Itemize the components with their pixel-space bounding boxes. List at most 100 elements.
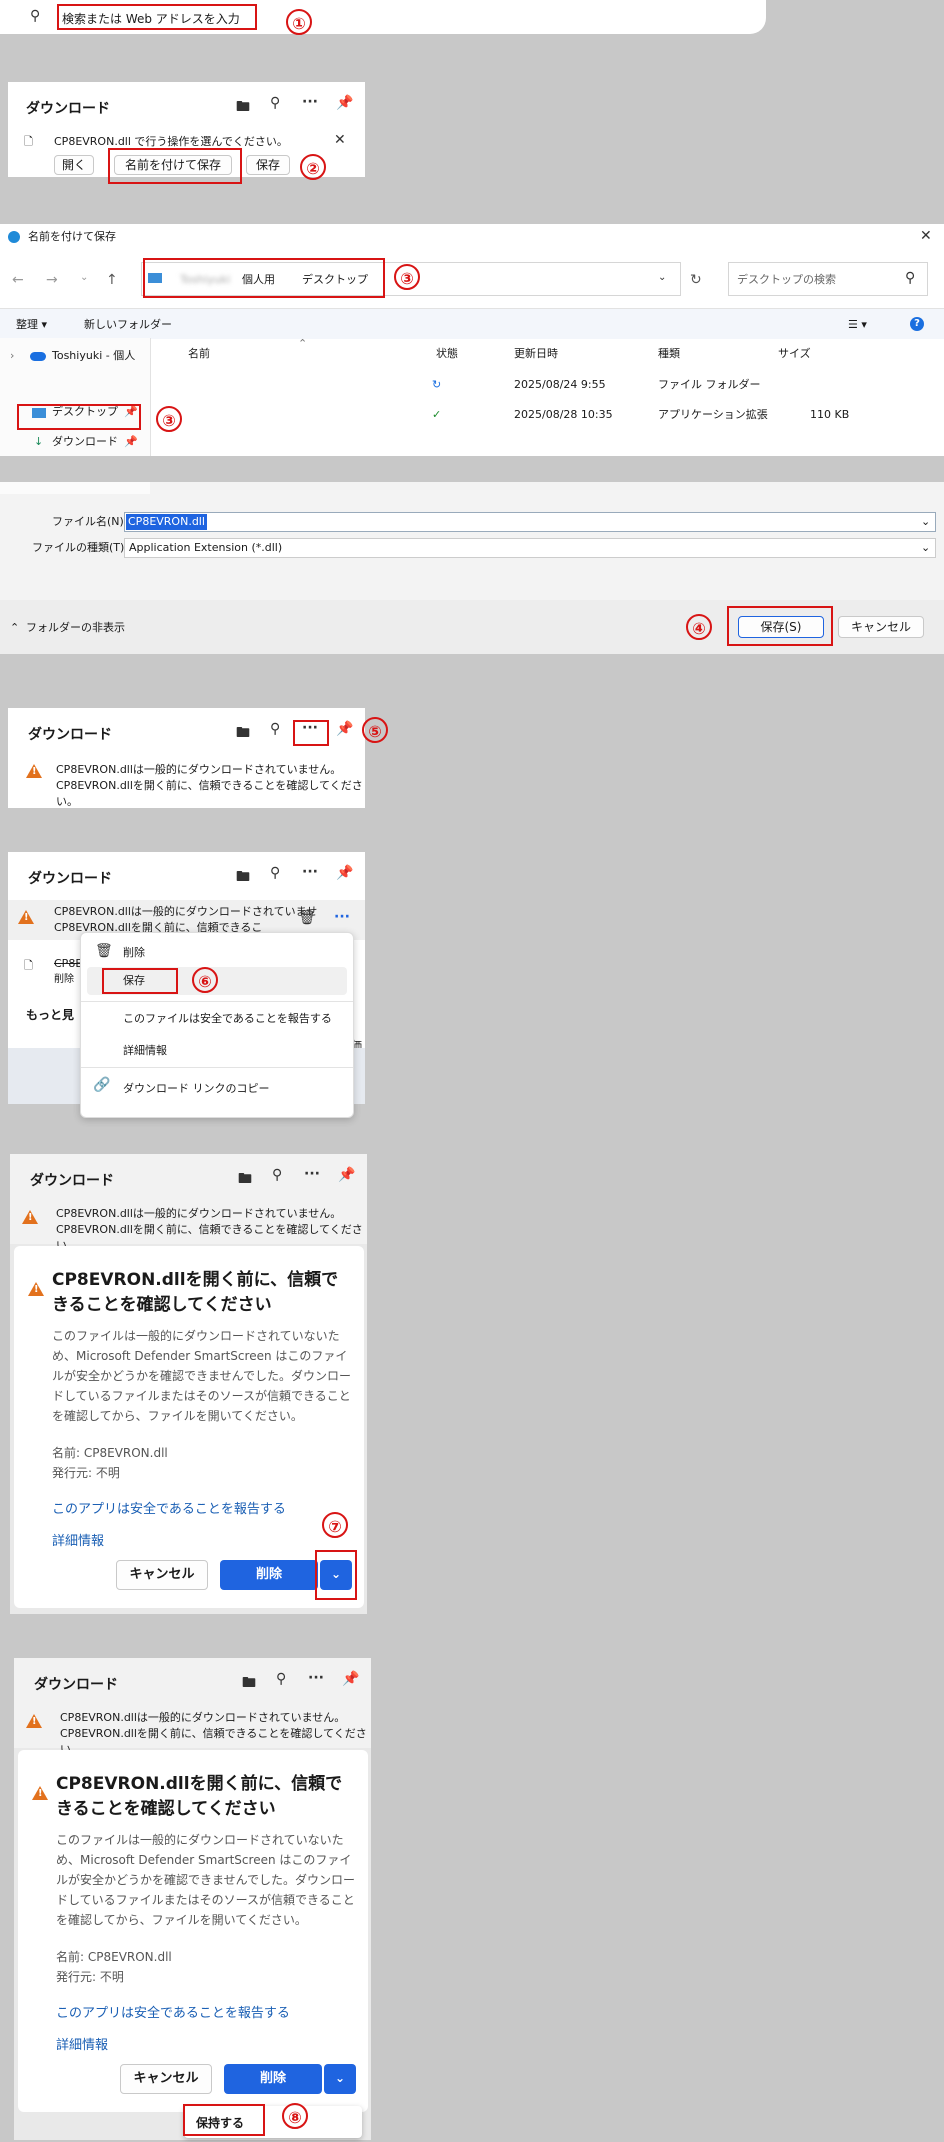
filename-value: CP8EVRON.dll: [126, 514, 207, 530]
warning-icon: [18, 910, 34, 924]
chevron-down-icon[interactable]: ⌄: [921, 514, 930, 530]
folder-icon[interactable]: 🖿: [236, 96, 250, 120]
more-icon[interactable]: ···: [304, 1166, 320, 1182]
search-icon[interactable]: ⚲: [270, 95, 280, 111]
warning-icon: [32, 1786, 48, 1800]
delete-button[interactable]: 削除: [224, 2064, 322, 2094]
up-icon[interactable]: ↑: [106, 272, 118, 288]
column-size[interactable]: サイズ: [778, 346, 811, 362]
more-icon[interactable]: ···: [302, 864, 318, 880]
expand-button[interactable]: ⌄: [324, 2064, 356, 2094]
warning-line-2: CP8EVRON.dllを開く前に、信頼できることを確認してください。: [56, 779, 363, 808]
details-link[interactable]: 詳細情報: [52, 1530, 104, 1549]
menu-divider: [81, 1067, 353, 1068]
cancel-button[interactable]: キャンセル: [120, 2064, 212, 2094]
step-7-label: ⑦: [322, 1512, 348, 1538]
warning-icon: [26, 1714, 42, 1728]
more-icon[interactable]: ···: [334, 909, 350, 925]
view-icon[interactable]: ☰ ▾: [848, 317, 867, 333]
annotation-box-5: [293, 720, 329, 746]
delete-button[interactable]: 削除: [220, 1560, 318, 1590]
warning-icon: [26, 764, 42, 778]
confirm-dialog: CP8EVRON.dllを開く前に、信頼できることを確認してください このファイ…: [18, 1750, 368, 2112]
cancel-button[interactable]: キャンセル: [838, 616, 924, 638]
annotation-box-3a: [143, 258, 385, 298]
chevron-down-icon[interactable]: ⌄: [658, 272, 666, 283]
table-row[interactable]: ↻ 2025/08/24 9:55 ファイル フォルダー: [150, 372, 944, 398]
tree-onedrive[interactable]: Toshiyuki - 個人: [52, 348, 135, 364]
refresh-icon[interactable]: ↻: [690, 272, 702, 288]
hide-folders-toggle[interactable]: フォルダーの非表示: [26, 620, 125, 636]
chevron-up-icon[interactable]: ⌃: [10, 620, 19, 636]
warning-icon: [28, 1282, 44, 1296]
table-row[interactable]: ✓ 2025/08/28 10:35 アプリケーション拡張 110 KB: [150, 402, 944, 428]
trash-icon[interactable]: 🗑: [298, 910, 316, 926]
close-icon[interactable]: ✕: [920, 228, 932, 244]
back-icon[interactable]: ←: [12, 272, 24, 288]
search-icon[interactable]: ⚲: [270, 721, 280, 737]
annotation-box-6: [102, 968, 178, 994]
more-link[interactable]: もっと見: [26, 1006, 74, 1023]
warning-icon: [22, 1210, 38, 1224]
menu-delete[interactable]: 削除: [123, 945, 145, 961]
menu-report[interactable]: このファイルは安全であることを報告する: [123, 1011, 332, 1027]
pin-icon[interactable]: 📌: [124, 434, 138, 450]
save-as-dialog: 名前を付けて保存 ✕ ← → ⌄ ↑ Toshiyuki 個人用 デスクトップ …: [0, 224, 944, 456]
column-type[interactable]: 種類: [658, 346, 680, 362]
menu-details[interactable]: 詳細情報: [123, 1043, 167, 1059]
search-icon[interactable]: ⚲: [270, 865, 280, 881]
menu-copy-link[interactable]: ダウンロード リンクのコピー: [123, 1081, 270, 1097]
filetype-value: Application Extension (*.dll): [129, 541, 283, 554]
organize-button[interactable]: 整理 ▾: [16, 317, 47, 333]
folder-icon[interactable]: 🖿: [238, 1168, 252, 1192]
report-link[interactable]: このアプリは安全であることを報告する: [52, 1498, 286, 1517]
annotation-box-7: [315, 1550, 357, 1600]
more-icon[interactable]: ···: [302, 94, 318, 110]
folder-icon[interactable]: 🖿: [236, 722, 250, 746]
forward-icon[interactable]: →: [46, 272, 58, 288]
help-icon[interactable]: ?: [910, 317, 924, 331]
tree-downloads[interactable]: ダウンロード: [52, 434, 118, 450]
step-3a-label: ③: [394, 264, 420, 290]
chevron-right-icon[interactable]: ›: [10, 348, 14, 364]
folder-icon[interactable]: 🖿: [236, 866, 250, 890]
more-icon[interactable]: ···: [308, 1670, 324, 1686]
dialog-title: 名前を付けて保存: [28, 230, 116, 243]
row-size: 110 KB: [810, 408, 850, 421]
file-icon: 🗋: [24, 959, 33, 972]
search-icon[interactable]: ⚲: [272, 1167, 282, 1183]
sync-icon: ↻: [432, 378, 442, 391]
pin-icon[interactable]: 📌: [342, 1671, 359, 1687]
details-link[interactable]: 詳細情報: [56, 2034, 108, 2053]
report-link[interactable]: このアプリは安全であることを報告する: [56, 2002, 290, 2021]
folder-icon[interactable]: 🖿: [242, 1672, 256, 1696]
pin-icon[interactable]: 📌: [336, 865, 353, 881]
search-icon[interactable]: ⚲: [276, 1671, 286, 1687]
column-modified[interactable]: 更新日時: [514, 346, 558, 362]
chevron-down-icon[interactable]: ⌄: [921, 540, 930, 556]
pin-icon[interactable]: 📌: [336, 95, 353, 111]
step-5-label: ⑤: [362, 717, 388, 743]
pin-icon[interactable]: 📌: [338, 1167, 355, 1183]
recent-icon[interactable]: ⌄: [80, 272, 88, 283]
pin-icon[interactable]: 📌: [336, 721, 353, 737]
save-button[interactable]: 保存: [246, 155, 290, 175]
filename-input[interactable]: CP8EVRON.dll ⌄: [124, 512, 936, 532]
open-button[interactable]: 開く: [54, 155, 94, 175]
step-1-label: ①: [286, 9, 312, 35]
confirm-publisher: 発行元: 不明: [52, 1466, 120, 1480]
link-icon: 🔗: [93, 1077, 111, 1093]
step-2-label: ②: [300, 154, 326, 180]
column-name[interactable]: 名前: [188, 346, 210, 362]
column-status[interactable]: 状態: [436, 346, 458, 362]
menu-item-line-1: CP8EVRON.dllは一般的にダウンロードされていませ: [54, 905, 318, 918]
chevron-down-icon: ⌄: [334, 2071, 346, 2085]
row-modified: 2025/08/24 9:55: [514, 378, 606, 391]
close-icon[interactable]: ✕: [334, 132, 346, 148]
cancel-button[interactable]: キャンセル: [116, 1560, 208, 1590]
new-folder-button[interactable]: 新しいフォルダー: [84, 317, 172, 333]
download-arrow-icon: ↓: [34, 435, 44, 448]
row-type: ファイル フォルダー: [658, 378, 761, 391]
filetype-select[interactable]: Application Extension (*.dll) ⌄: [124, 538, 936, 558]
search-input[interactable]: デスクトップの検索 ⚲: [728, 262, 928, 296]
